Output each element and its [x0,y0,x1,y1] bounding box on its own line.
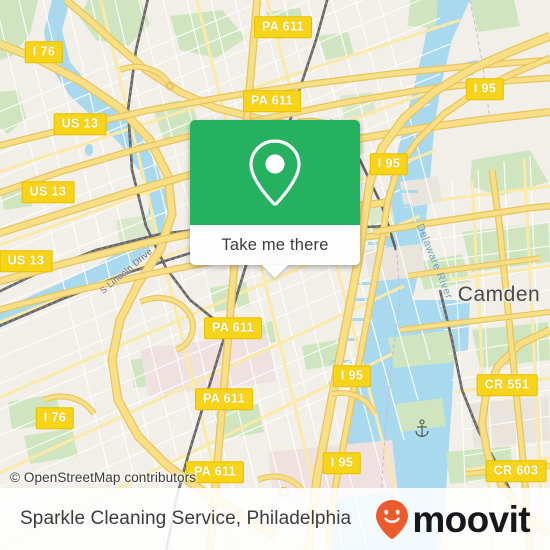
road-shield: I 95 [465,78,505,100]
road-shield: PA 611 [203,317,263,339]
map-pin-icon [249,138,301,206]
map-screen: .water { fill:#a9d9ee; } .park { fill:#c… [0,0,550,550]
osm-attribution[interactable]: © OpenStreetMap contributors [10,470,196,485]
road-shield: US 13 [0,250,53,272]
place-name-label: Sparkle Cleaning Service, Philadelphia [20,508,352,529]
road-shield: PA 611 [242,90,302,112]
take-me-there-label: Take me there [221,235,329,254]
road-shield: I 76 [24,41,64,63]
road-shield: I 95 [332,365,372,387]
road-shield: I 95 [369,153,409,175]
road-shield: PA 611 [253,16,313,38]
moovit-logo[interactable]: moovit [375,498,531,540]
moovit-wordmark: moovit [412,498,530,540]
location-popup-card[interactable]: Take me there [190,120,360,278]
road-shield: I 95 [322,452,362,474]
road-shield: CR 551 [476,374,538,396]
road-shield: I 76 [35,407,75,429]
moovit-pin-smiley-icon [376,500,409,539]
road-shield: PA 611 [194,388,254,410]
popup-image-area [190,120,360,225]
city-label: Camden [457,283,541,306]
road-shield: US 13 [21,181,75,203]
bottom-info-bar: Sparkle Cleaning Service, Philadelphia m… [0,488,550,550]
road-shield: US 13 [53,113,107,135]
take-me-there-button[interactable]: Take me there [190,225,360,278]
popup-pointer-tail [262,265,288,278]
road-shield: CR 603 [485,460,547,482]
